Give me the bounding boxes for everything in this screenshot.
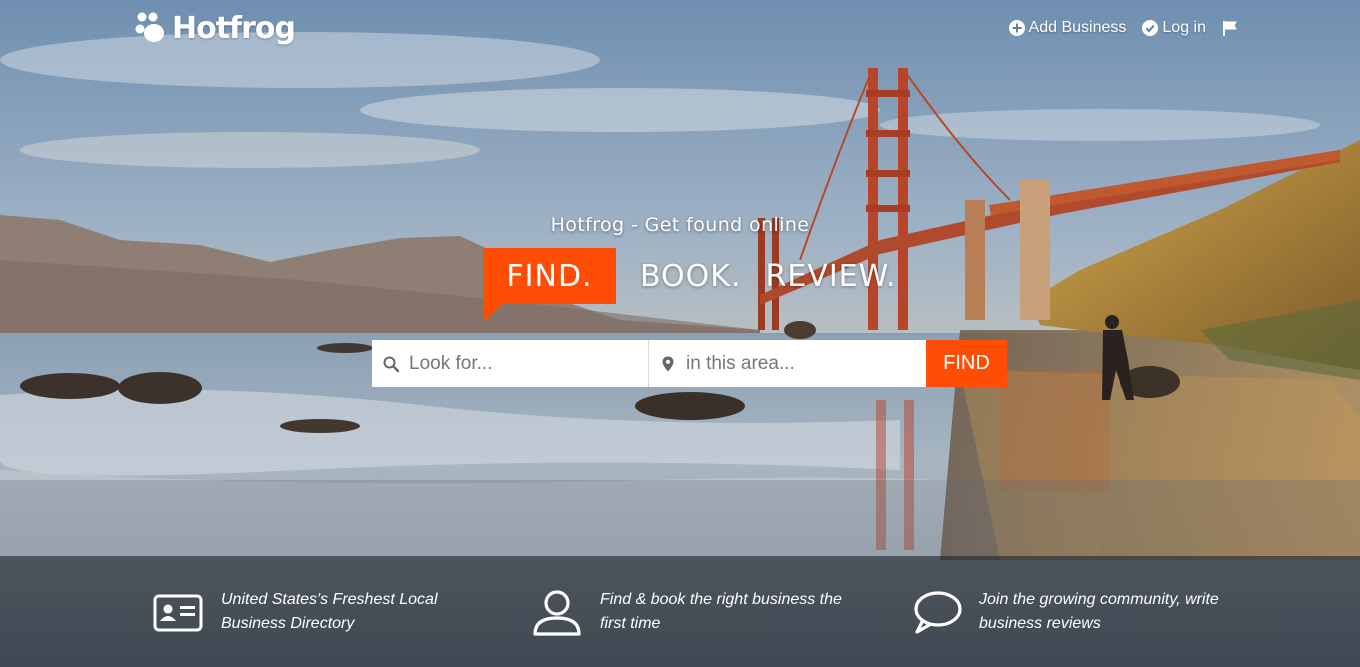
user-icon: [530, 586, 584, 640]
frog-paw-icon: [134, 11, 168, 45]
what-field: [372, 340, 649, 387]
slogan-book: BOOK.: [640, 258, 742, 294]
search-form: FIND: [372, 340, 1007, 387]
feature-directory: United States's Freshest Local Business …: [151, 586, 461, 640]
location-input[interactable]: [684, 351, 918, 376]
chat-bubble-icon: [909, 586, 963, 640]
hero-slogan: FIND. BOOK. REVIEW.: [483, 248, 897, 322]
feature-directory-text: United States's Freshest Local Business …: [221, 591, 438, 632]
plus-circle-icon: [1008, 20, 1025, 36]
hero-tagline: Hotfrog - Get found online: [550, 214, 810, 236]
flag-icon: [1222, 20, 1238, 36]
map-pin-icon: [659, 355, 677, 373]
country-flag-button[interactable]: [1222, 20, 1238, 36]
feature-community: Join the growing community, write busine…: [909, 586, 1239, 640]
find-button[interactable]: FIND: [926, 340, 1007, 387]
check-circle-icon: [1142, 20, 1159, 36]
add-business-link[interactable]: Add Business: [1008, 19, 1127, 37]
add-business-label: Add Business: [1028, 19, 1127, 36]
slogan-review: REVIEW.: [765, 258, 897, 294]
feature-find-book-text: Find & book the right business the first…: [600, 591, 842, 632]
top-navigation: Add Business Log in: [1008, 16, 1238, 40]
feature-band: United States's Freshest Local Business …: [0, 556, 1360, 667]
where-field: [649, 340, 926, 387]
feature-community-text: Join the growing community, write busine…: [979, 591, 1219, 632]
brand-name: Hotfrog: [172, 10, 296, 46]
search-icon: [382, 355, 400, 373]
id-card-icon: [151, 586, 205, 640]
login-link[interactable]: Log in: [1142, 19, 1206, 37]
feature-find-book: Find & book the right business the first…: [530, 586, 860, 640]
search-input[interactable]: [407, 351, 641, 376]
login-label: Log in: [1162, 19, 1206, 36]
slogan-find: FIND.: [483, 248, 616, 322]
hotfrog-logo[interactable]: Hotfrog: [134, 8, 296, 48]
